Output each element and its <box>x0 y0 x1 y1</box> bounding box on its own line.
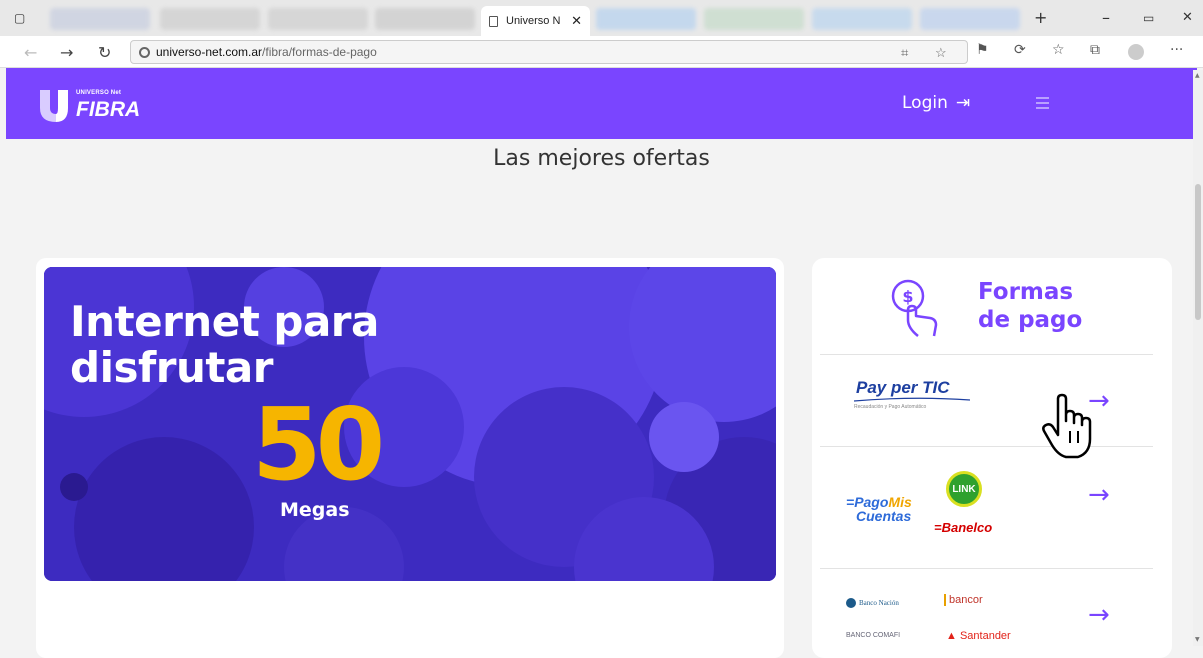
banco-nacion-logo: Banco Nación <box>846 598 899 608</box>
link-logo: LINK <box>946 471 982 507</box>
active-browser-tab[interactable]: Universo N ✕ <box>481 6 590 36</box>
pay-per-tic-logo: Pay per TIC <box>856 378 950 397</box>
divider <box>820 446 1153 447</box>
bank-icon <box>846 598 856 608</box>
profile-icon[interactable] <box>1128 44 1144 60</box>
lock-icon[interactable] <box>139 46 150 58</box>
more-icon[interactable]: ··· <box>1170 42 1183 58</box>
login-label: Login <box>902 93 948 113</box>
document-icon <box>489 15 498 27</box>
payment-title-line1: Formas <box>978 279 1074 305</box>
swoosh-icon <box>854 397 970 402</box>
close-tab-icon[interactable]: ✕ <box>571 13 582 29</box>
scrollbar-thumb[interactable] <box>1195 184 1201 320</box>
address-path: /fibra/formas-de-pago <box>262 45 377 59</box>
browser-tab[interactable] <box>268 8 368 30</box>
tabs-icon[interactable]: ⧉ <box>1090 42 1100 58</box>
arrow-right-icon[interactable]: → <box>1088 600 1110 630</box>
browser-tab[interactable] <box>596 8 696 30</box>
hand-cursor-icon <box>1042 393 1092 459</box>
browser-tab-strip: ▢ Universo N ✕ + – ▭ ✕ <box>0 0 1203 36</box>
comafi-logo: BANCO COMAFI <box>846 632 901 639</box>
divider <box>820 568 1153 569</box>
banner-speed: 50 <box>252 386 385 503</box>
forward-icon[interactable]: → <box>60 43 73 62</box>
scroll-up-icon[interactable]: ▲ <box>1195 72 1200 79</box>
maximize-icon[interactable]: ▭ <box>1143 6 1154 30</box>
santander-logo: ▲ Santander <box>946 630 1011 642</box>
pmc-cuentas: Cuentas <box>856 508 912 524</box>
favorites-icon[interactable]: ☆ <box>1052 42 1065 58</box>
back-icon[interactable]: ← <box>24 43 37 62</box>
scroll-down-icon[interactable]: ▼ <box>1195 636 1200 643</box>
read-aloud-icon[interactable]: ⌗ <box>901 45 908 61</box>
login-icon: ⇥ <box>955 93 971 113</box>
banco-nacion-text: Banco Nación <box>859 599 899 607</box>
promo-banner[interactable]: Internet para disfrutar 50 Megas <box>44 267 776 581</box>
banner-unit: Megas <box>280 499 350 521</box>
arrow-right-icon[interactable]: → <box>1088 480 1110 510</box>
banelco-text: Banelco <box>941 520 993 535</box>
browser-tab[interactable] <box>50 8 150 30</box>
minimize-icon[interactable]: – <box>1102 6 1110 30</box>
new-tab-icon[interactable]: + <box>1034 6 1047 30</box>
logo-small-text: UNIVERSO Net <box>76 90 122 96</box>
banelco-logo: =Banelco <box>934 520 993 535</box>
payment-hand-icon: $ <box>891 279 938 337</box>
login-button[interactable]: Login ⇥ <box>902 93 970 113</box>
payment-methods-card: $ Formas de pago Pay per TIC Recaudación… <box>812 258 1172 658</box>
svg-text:$: $ <box>902 287 913 306</box>
section-title: Las mejores ofertas <box>493 146 710 171</box>
santander-text: Santander <box>959 630 1011 642</box>
banner-headline-1: Internet para <box>70 297 379 346</box>
site-header: UNIVERSO Net FIBRA Login ⇥ <box>6 68 1197 139</box>
browser-tab[interactable] <box>812 8 912 30</box>
browser-tab[interactable] <box>920 8 1020 30</box>
logo-icon[interactable] <box>38 88 70 122</box>
logo-text[interactable]: FIBRA <box>76 98 140 122</box>
bancor-logo: bancor <box>944 594 983 606</box>
address-bar[interactable]: universo-net.com.ar/fibra/formas-de-pago… <box>130 40 968 64</box>
payment-title: Formas de pago <box>978 278 1082 334</box>
divider <box>820 354 1153 355</box>
address-host: universo-net.com.ar <box>156 45 263 59</box>
sidebar-icon[interactable]: ▢ <box>14 6 25 30</box>
pay-per-tic-subtitle: Recaudación y Pago Automático <box>854 404 927 410</box>
browser-toolbar: ← → ↻ universo-net.com.ar/fibra/formas-d… <box>0 36 1203 68</box>
favorite-add-icon[interactable]: ☆ <box>935 45 947 61</box>
close-window-icon[interactable]: ✕ <box>1182 6 1193 30</box>
browser-tab[interactable] <box>375 8 475 30</box>
extensions-icon[interactable]: ⟳ <box>1014 42 1026 58</box>
collections-icon[interactable]: ⚑ <box>976 42 989 58</box>
payment-title-line2: de pago <box>978 307 1083 333</box>
browser-tab[interactable] <box>704 8 804 30</box>
refresh-icon[interactable]: ↻ <box>98 43 111 62</box>
browser-tab[interactable] <box>160 8 260 30</box>
page-scrollbar[interactable]: ▲ ▼ <box>1193 70 1203 646</box>
banner-headline-2: disfrutar <box>70 343 273 392</box>
menu-icon[interactable] <box>1036 97 1049 112</box>
active-tab-title: Universo N <box>506 15 561 27</box>
